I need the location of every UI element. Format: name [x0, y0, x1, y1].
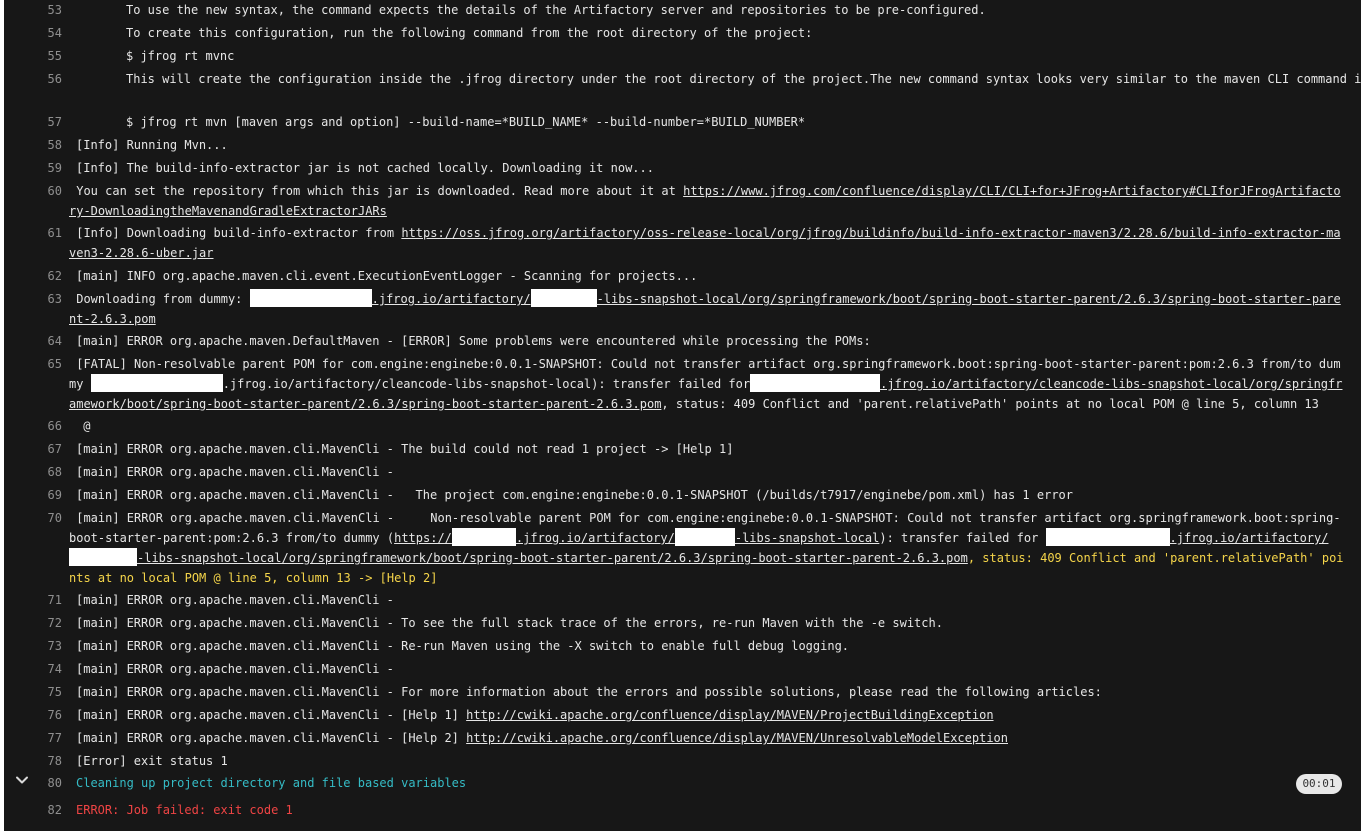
log-text: $ jfrog rt mvn [maven args and option] -… [126, 115, 806, 129]
line-number: 53 [47, 3, 62, 17]
line-number: 68 [47, 465, 62, 479]
redacted-block [451, 528, 516, 546]
redacted-block [530, 289, 597, 307]
redacted-block [90, 374, 223, 392]
log-text: [main] INFO org.apache.maven.cli.event.E… [76, 269, 698, 283]
help-1-link[interactable]: http://cwiki.apache.org/confluence/displ… [466, 708, 993, 722]
line-number: 74 [47, 662, 62, 676]
log-text-part: [Info] Downloading build-info-extractor … [76, 226, 402, 240]
line-number: 69 [47, 488, 62, 502]
line-number: 67 [47, 442, 62, 456]
line-number: 80 [47, 776, 62, 790]
artifactory-repo-link[interactable]: -libs-snapshot-local [735, 531, 880, 545]
line-number: 73 [47, 639, 62, 653]
line-number: 66 [47, 419, 62, 433]
log-text-part: [main] ERROR org.apache.maven.cli.MavenC… [76, 708, 467, 722]
line-number: 61 [47, 226, 62, 240]
log-text: [main] ERROR org.apache.maven.cli.MavenC… [69, 508, 1344, 588]
log-text: [main] ERROR org.apache.maven.cli.MavenC… [76, 465, 394, 479]
line-number: 75 [47, 685, 62, 699]
artifactory-pom-link[interactable]: .jfrog.io/artifactory/ [372, 292, 531, 306]
redacted-block [249, 289, 372, 307]
section-duration-badge: 00:01 [1296, 774, 1342, 794]
line-number: 63 [47, 292, 62, 306]
line-number: 62 [47, 269, 62, 283]
log-text: [main] ERROR org.apache.maven.cli.MavenC… [76, 705, 1351, 725]
log-text: Downloading from dummy: .jfrog.io/artifa… [69, 289, 1344, 329]
log-text-part: You can set the repository from which th… [69, 184, 684, 198]
line-number: 59 [47, 161, 62, 175]
log-text: To create this configuration, run the fo… [126, 26, 813, 40]
help-2-link[interactable]: http://cwiki.apache.org/confluence/displ… [466, 731, 1008, 745]
line-number: 77 [47, 731, 62, 745]
log-text: To use the new syntax, the command expec… [126, 3, 986, 17]
artifactory-repo-link[interactable]: https:// [394, 531, 452, 545]
job-failed-message: ERROR: Job failed: exit code 1 [76, 803, 293, 817]
log-text: This will create the configuration insid… [126, 72, 1361, 86]
redacted-block [750, 374, 881, 392]
artifactory-repo-link[interactable]: .jfrog.io/artifactory/ [516, 531, 675, 545]
log-text-part: , status: 409 Conflict and 'parent.relat… [661, 397, 1319, 411]
log-text: [Info] Downloading build-info-extractor … [69, 223, 1344, 263]
log-text: [main] ERROR org.apache.maven.cli.MavenC… [76, 728, 1351, 748]
log-text-part: ): transfer failed for [879, 531, 1046, 545]
log-text: [main] ERROR org.apache.maven.cli.MavenC… [76, 593, 394, 607]
line-number: 82 [47, 803, 62, 817]
line-number: 78 [47, 754, 62, 768]
log-text: $ jfrog rt mvnc [126, 49, 235, 63]
log-text: [main] ERROR org.apache.maven.cli.MavenC… [76, 488, 1073, 502]
line-number: 71 [47, 593, 62, 607]
line-number: 56 [47, 72, 62, 86]
log-text: You can set the repository from which th… [69, 181, 1344, 221]
job-log-viewer: 53 To use the new syntax, the command ex… [4, 0, 1361, 831]
line-number: 65 [47, 357, 62, 371]
line-number: 70 [47, 511, 62, 525]
log-text: [main] ERROR org.apache.maven.cli.MavenC… [76, 639, 850, 653]
redacted-block [1045, 528, 1170, 546]
line-number: 58 [47, 138, 62, 152]
log-text: [main] ERROR org.apache.maven.cli.MavenC… [76, 616, 943, 630]
line-number: 64 [47, 334, 62, 348]
log-text-part: .jfrog.io/artifactory/cleancode-libs-sna… [222, 377, 751, 391]
log-text: [Info] Running Mvn... [76, 138, 228, 152]
log-text: [FATAL] Non-resolvable parent POM for co… [69, 354, 1344, 414]
log-text: [main] ERROR org.apache.maven.DefaultMav… [76, 334, 871, 348]
section-title: Cleaning up project directory and file b… [76, 776, 467, 790]
log-text-part: Downloading from dummy: [76, 292, 250, 306]
artifactory-pom-link[interactable]: -libs-snapshot-local/org/springframework… [137, 551, 968, 565]
redacted-block [69, 548, 137, 566]
log-text: [Info] The build-info-extractor jar is n… [76, 161, 654, 175]
line-number: 60 [47, 184, 62, 198]
log-text-part: [main] ERROR org.apache.maven.cli.MavenC… [76, 731, 467, 745]
line-number: 55 [47, 49, 62, 63]
log-text: [Error] exit status 1 [76, 754, 228, 768]
line-number: 57 [47, 115, 62, 129]
log-text: @ [76, 419, 91, 433]
line-number: 54 [47, 26, 62, 40]
artifactory-pom-link[interactable]: .jfrog.io/artifactory/ [1170, 531, 1329, 545]
log-text: [main] ERROR org.apache.maven.cli.MavenC… [76, 442, 734, 456]
redacted-block [674, 528, 735, 546]
log-text: [main] ERROR org.apache.maven.cli.MavenC… [76, 662, 394, 676]
line-number: 72 [47, 616, 62, 630]
line-number: 76 [47, 708, 62, 722]
log-text: [main] ERROR org.apache.maven.cli.MavenC… [76, 685, 1102, 699]
